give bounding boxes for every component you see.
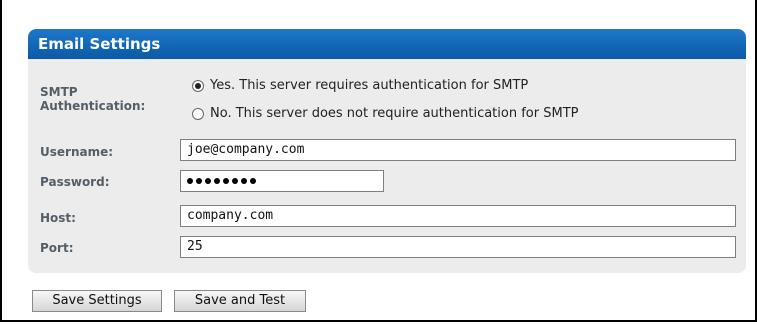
smtp-authentication-label: SMTP Authentication: [40, 85, 145, 113]
password-label: Password: [40, 175, 110, 189]
password-mask-dot [232, 177, 238, 184]
smtp-auth-yes-option[interactable]: Yes. This server requires authentication… [192, 78, 528, 93]
username-field[interactable]: joe@company.com [180, 139, 736, 161]
host-field[interactable]: company.com [180, 205, 736, 227]
username-label: Username: [40, 145, 114, 159]
password-mask-dot [196, 177, 202, 184]
password-mask-dot [223, 177, 229, 184]
smtp-label-line1: SMTP [40, 85, 78, 99]
password-field[interactable] [180, 170, 384, 192]
password-mask-dot [187, 177, 193, 184]
smtp-label-line2: Authentication: [40, 99, 146, 113]
password-mask-dot [214, 177, 220, 184]
email-settings-panel: Email Settings SMTP Authentication: Yes.… [28, 29, 746, 273]
settings-frame: Email Settings SMTP Authentication: Yes.… [0, 0, 757, 322]
radio-yes[interactable] [192, 79, 204, 92]
smtp-auth-yes-label: Yes. This server requires authentication… [210, 78, 529, 93]
save-and-test-button[interactable]: Save and Test [174, 290, 306, 312]
password-mask-dot [241, 177, 247, 184]
radio-no[interactable] [192, 107, 204, 120]
smtp-auth-no-label: No. This server does not require authent… [210, 106, 579, 121]
port-label: Port: [40, 241, 74, 255]
host-label: Host: [40, 211, 76, 225]
smtp-auth-no-option[interactable]: No. This server does not require authent… [192, 106, 578, 121]
panel-title: Email Settings [28, 29, 746, 59]
password-mask-dot [250, 177, 256, 184]
save-settings-button[interactable]: Save Settings [32, 290, 162, 312]
password-mask-dot [205, 177, 211, 184]
port-field[interactable]: 25 [180, 236, 736, 258]
